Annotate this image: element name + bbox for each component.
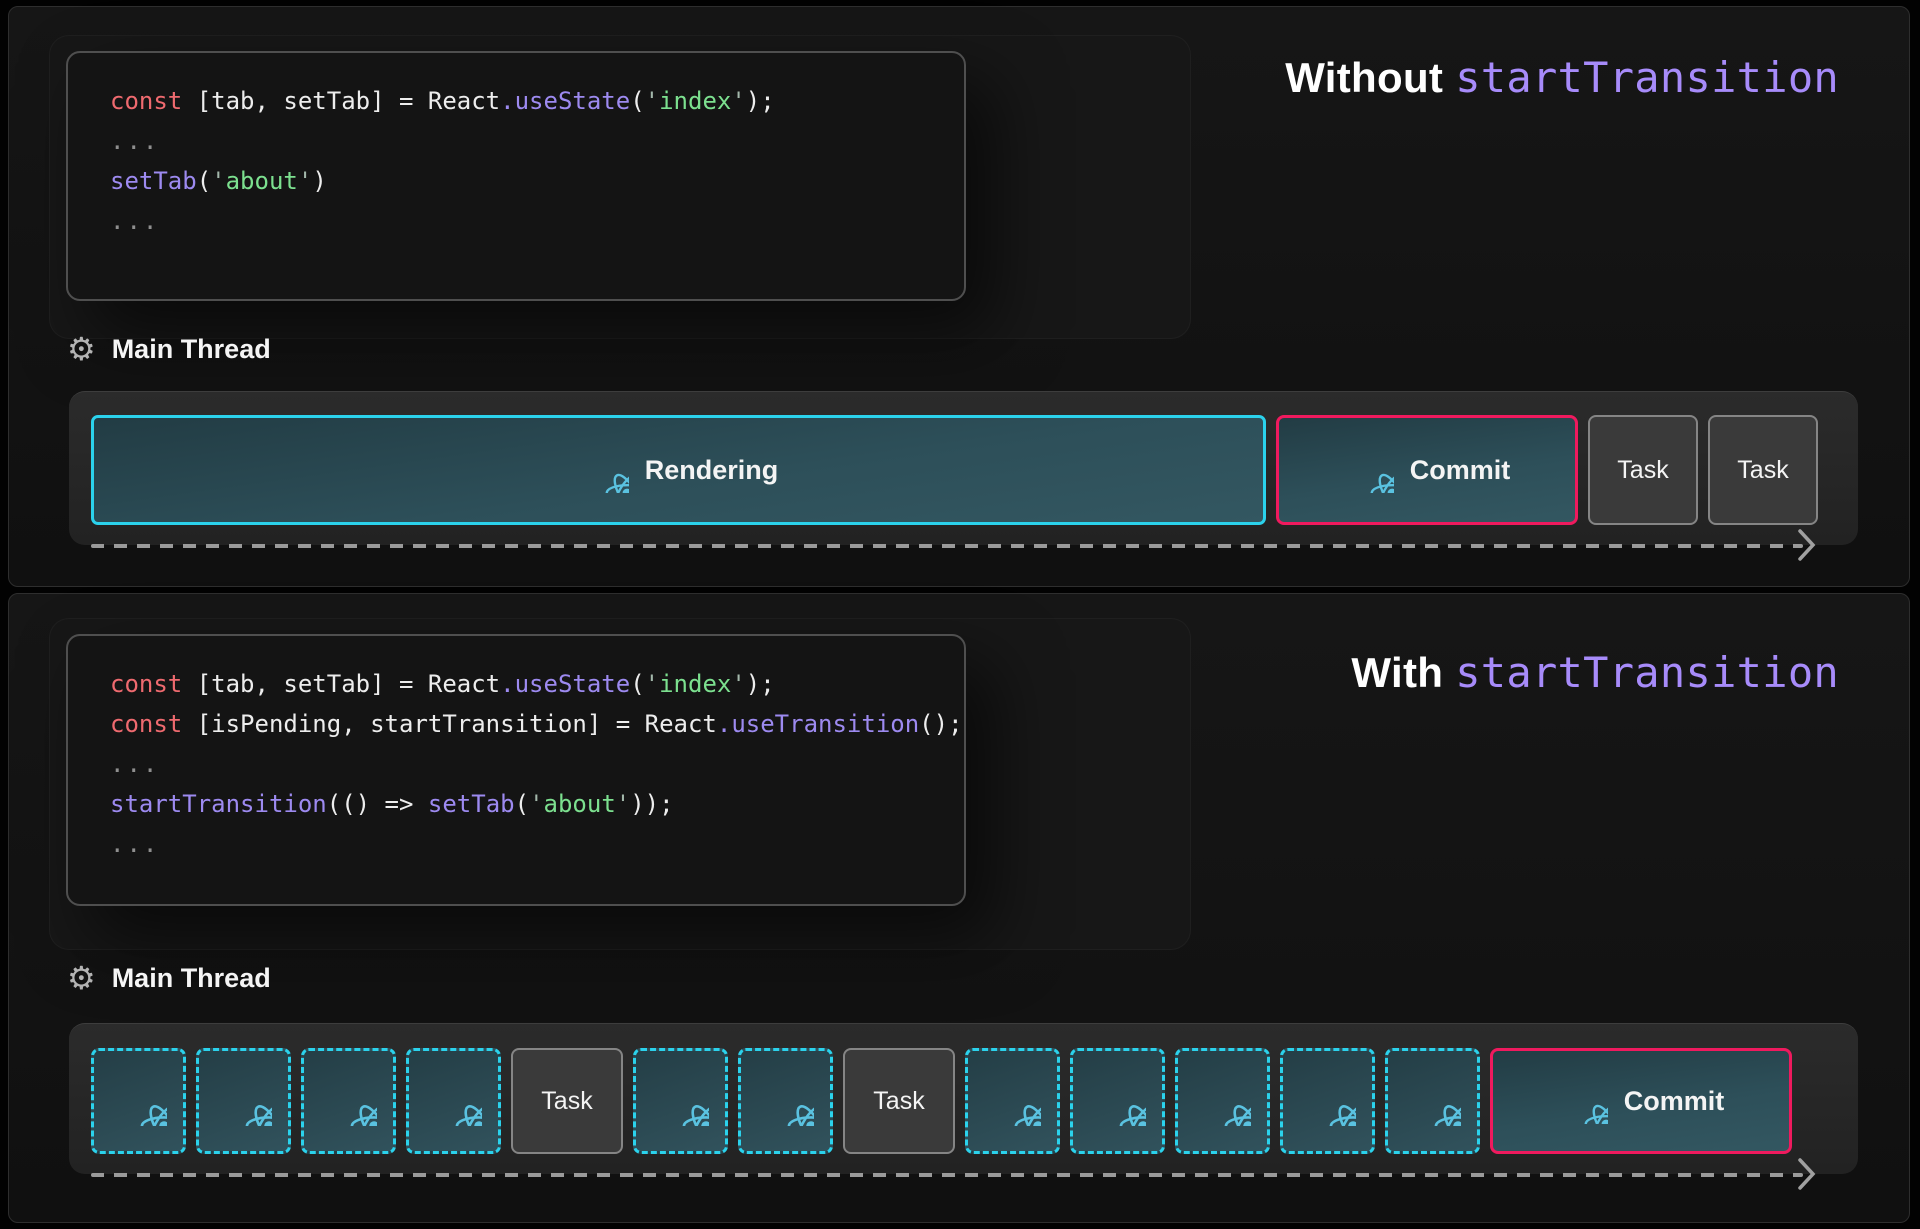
task-block: Task [1588, 415, 1698, 525]
react-atom-icon [1195, 1076, 1251, 1126]
react-block [1385, 1048, 1480, 1154]
panel-title-code: startTransition [1455, 648, 1839, 697]
rendering-block: Rendering [91, 415, 1266, 525]
axis-arrow-icon [1797, 1157, 1817, 1191]
code-block: const [tab, setTab] = React.useState('in… [110, 81, 922, 241]
timeline-axis [91, 544, 1803, 548]
commit-label: Commit [1624, 1086, 1725, 1117]
task-block: Task [843, 1048, 955, 1154]
react-atom-icon [1405, 1076, 1461, 1126]
react-atom-icon [1090, 1076, 1146, 1126]
react-block [301, 1048, 396, 1154]
react-atom-icon [321, 1076, 377, 1126]
code-line: ... [110, 744, 922, 784]
rendering-label: Rendering [645, 455, 779, 486]
task-block: Task [1708, 415, 1818, 525]
react-atom-icon [653, 1076, 709, 1126]
code-line: const [tab, setTab] = React.useState('in… [110, 81, 922, 121]
code-line: const [isPending, startTransition] = Rea… [110, 704, 922, 744]
task-label: Task [1617, 456, 1668, 485]
react-atom-icon [216, 1076, 272, 1126]
timeline-blocks: Rendering Commit Task Task [91, 415, 1818, 525]
panel-title: Without startTransition [1285, 53, 1839, 102]
panel-title-code: startTransition [1455, 53, 1839, 102]
react-block [738, 1048, 833, 1154]
gear-icon: ⚙ [67, 962, 96, 994]
panel-title: With startTransition [1351, 648, 1839, 697]
main-thread-row: ⚙ Main Thread [67, 329, 271, 369]
react-atom-icon [111, 1076, 167, 1126]
react-atom-icon [1300, 1076, 1356, 1126]
react-block [196, 1048, 291, 1154]
task-block: Task [511, 1048, 623, 1154]
code-line: ... [110, 121, 922, 161]
timeline-axis [91, 1173, 1803, 1177]
timeline-track: Rendering Commit Task Task [69, 391, 1858, 545]
code-block: const [tab, setTab] = React.useState('in… [110, 664, 922, 864]
task-label: Task [873, 1087, 924, 1116]
panel-title-plain: Without [1285, 54, 1443, 101]
main-thread-row: ⚙ Main Thread [67, 958, 271, 998]
react-atom-icon [1558, 1078, 1608, 1124]
react-block [965, 1048, 1060, 1154]
react-atom-icon [985, 1076, 1041, 1126]
commit-block: Commit [1276, 415, 1578, 525]
react-block [1280, 1048, 1375, 1154]
timeline-blocks: Task Task Commit [91, 1048, 1792, 1154]
react-block [406, 1048, 501, 1154]
main-thread-label: Main Thread [112, 334, 271, 365]
code-line: ... [110, 201, 922, 241]
code-card: const [tab, setTab] = React.useState('in… [66, 634, 966, 906]
commit-block: Commit [1490, 1048, 1792, 1154]
task-label: Task [1737, 456, 1788, 485]
code-line: const [tab, setTab] = React.useState('in… [110, 664, 922, 704]
react-block [633, 1048, 728, 1154]
main-thread-label: Main Thread [112, 963, 271, 994]
react-atom-icon [579, 447, 629, 493]
panel-with-starttransition: const [tab, setTab] = React.useState('in… [8, 593, 1910, 1223]
react-atom-icon [758, 1076, 814, 1126]
react-block [1175, 1048, 1270, 1154]
react-block [1070, 1048, 1165, 1154]
timeline-track: Task Task Commit [69, 1023, 1858, 1174]
gear-icon: ⚙ [67, 333, 96, 365]
commit-label: Commit [1410, 455, 1511, 486]
axis-arrow-icon [1797, 528, 1817, 562]
code-line: startTransition(() => setTab('about')); [110, 784, 922, 824]
code-line: setTab('about') [110, 161, 922, 201]
panel-without-starttransition: const [tab, setTab] = React.useState('in… [8, 6, 1910, 587]
code-card: const [tab, setTab] = React.useState('in… [66, 51, 966, 301]
react-atom-icon [426, 1076, 482, 1126]
react-atom-icon [1344, 447, 1394, 493]
panel-title-plain: With [1351, 649, 1443, 696]
code-line: ... [110, 824, 922, 864]
react-block [91, 1048, 186, 1154]
task-label: Task [541, 1087, 592, 1116]
